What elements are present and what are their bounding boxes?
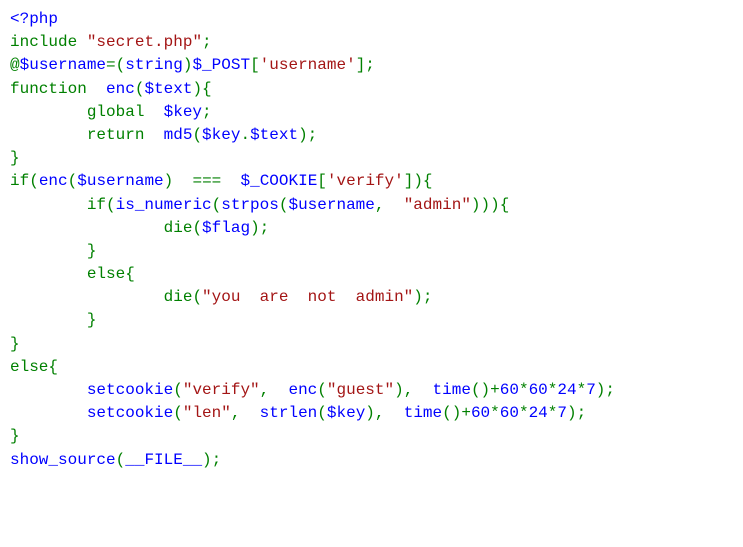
include-keyword: include: [10, 33, 77, 51]
if-keyword: if: [87, 196, 106, 214]
if-keyword: if: [10, 172, 29, 190]
function-keyword: function: [10, 80, 87, 98]
function-call: md5: [164, 126, 193, 144]
superglobal: $_POST: [192, 56, 250, 74]
variable: $username: [288, 196, 374, 214]
string-literal: "len": [183, 404, 231, 422]
global-keyword: global: [87, 103, 145, 121]
function-call: setcookie: [87, 381, 173, 399]
function-call: setcookie: [87, 404, 173, 422]
variable: $text: [250, 126, 298, 144]
variable: $key: [327, 404, 365, 422]
function-call: show_source: [10, 451, 116, 469]
function-call: enc: [39, 172, 68, 190]
function-name: enc: [106, 80, 135, 98]
string-literal: 'username': [260, 56, 356, 74]
php-code-block: <?php include "secret.php"; @$username=(…: [10, 8, 733, 472]
string-literal: "you are not admin": [202, 288, 413, 306]
die-keyword: die: [164, 219, 193, 237]
else-keyword: else: [10, 358, 48, 376]
string-literal: "guest": [327, 381, 394, 399]
function-call: strpos: [221, 196, 279, 214]
variable: $key: [202, 126, 240, 144]
superglobal: $_COOKIE: [240, 172, 317, 190]
function-call: is_numeric: [116, 196, 212, 214]
function-call: strlen: [260, 404, 318, 422]
php-open-tag: <?php: [10, 10, 58, 28]
variable: $username: [20, 56, 106, 74]
function-call: enc: [288, 381, 317, 399]
return-keyword: return: [87, 126, 145, 144]
string-literal: "admin": [404, 196, 471, 214]
string-literal: 'verify': [327, 172, 404, 190]
magic-constant: __FILE__: [125, 451, 202, 469]
function-call: time: [404, 404, 442, 422]
string-literal: "secret.php": [87, 33, 202, 51]
variable: $key: [164, 103, 202, 121]
variable: $username: [77, 172, 163, 190]
variable: $text: [144, 80, 192, 98]
function-call: time: [433, 381, 471, 399]
string-literal: "verify": [183, 381, 260, 399]
variable: $flag: [202, 219, 250, 237]
die-keyword: die: [164, 288, 193, 306]
else-keyword: else: [87, 265, 125, 283]
